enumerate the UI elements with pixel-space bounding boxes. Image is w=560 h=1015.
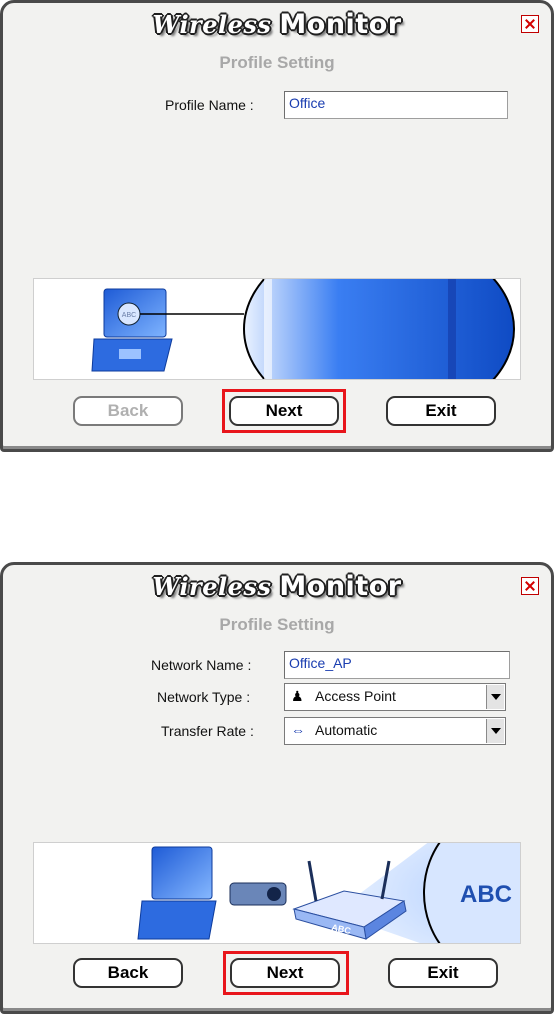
close-icon[interactable]	[521, 15, 539, 33]
banner-abc-text: ABC	[460, 881, 512, 908]
page-subtitle: Profile Setting	[219, 615, 335, 634]
network-type-row: Network Type : ♟ Access Point	[3, 683, 557, 713]
laptop-to-badge-illustration: ABC	[91, 279, 515, 379]
transfer-rate-select[interactable]: ⇔ Automatic	[284, 717, 506, 745]
profile-name-row: Profile Name : Office	[3, 91, 557, 121]
network-type-label: Network Type :	[157, 689, 251, 705]
logo-word-monitor: Monitor	[279, 9, 402, 40]
wireless-card-icon	[229, 882, 287, 906]
logo-word-wireless: Wireless	[152, 10, 272, 39]
transfer-rate-value: Automatic	[315, 722, 378, 738]
double-arrow-icon: ⇔	[291, 722, 305, 738]
illustration-banner: ABC ABC	[33, 842, 521, 944]
chevron-down-icon[interactable]	[486, 719, 504, 743]
network-name-input[interactable]: Office_AP	[284, 651, 510, 679]
wizard-window-profile-name: Wireless Monitor Profile Setting Profile…	[0, 0, 554, 452]
profile-name-label: Profile Name :	[165, 97, 254, 113]
app-logo: Wireless Monitor	[3, 571, 551, 602]
exit-button[interactable]: Exit	[388, 958, 498, 988]
illustration-banner: ABC	[33, 278, 521, 380]
chevron-down-icon[interactable]	[486, 685, 504, 709]
network-name-row: Network Name : Office_AP	[3, 651, 557, 681]
person-icon: ♟	[291, 688, 304, 704]
back-button[interactable]: Back	[73, 958, 183, 988]
profile-name-input[interactable]: Office	[284, 91, 508, 119]
logo-word-wireless: Wireless	[152, 572, 272, 601]
app-logo: Wireless Monitor	[3, 9, 551, 40]
logo-word-monitor: Monitor	[279, 571, 402, 602]
close-icon[interactable]	[521, 577, 539, 595]
title-bar: Wireless Monitor	[3, 565, 551, 605]
badge-abc-text: ABC	[122, 312, 136, 319]
wizard-window-network-settings: Wireless Monitor Profile Setting Network…	[0, 562, 554, 1014]
transfer-rate-label: Transfer Rate :	[161, 723, 254, 739]
exit-button[interactable]: Exit	[386, 396, 496, 426]
next-button-highlight	[222, 389, 346, 433]
back-button[interactable]: Back	[73, 396, 183, 426]
transfer-rate-row: Transfer Rate : ⇔ Automatic	[3, 717, 557, 747]
laptop-icon	[91, 288, 173, 372]
magnifier-lens-illustration	[243, 279, 515, 379]
network-name-label: Network Name :	[151, 657, 252, 673]
laptop-icon	[137, 846, 217, 940]
laptop-card-router-illustration: ABC ABC	[137, 843, 520, 943]
page-subtitle: Profile Setting	[219, 53, 335, 72]
network-type-value: Access Point	[315, 688, 396, 704]
title-bar: Wireless Monitor	[3, 3, 551, 43]
network-type-select[interactable]: ♟ Access Point	[284, 683, 506, 711]
next-button-highlight	[223, 951, 349, 995]
